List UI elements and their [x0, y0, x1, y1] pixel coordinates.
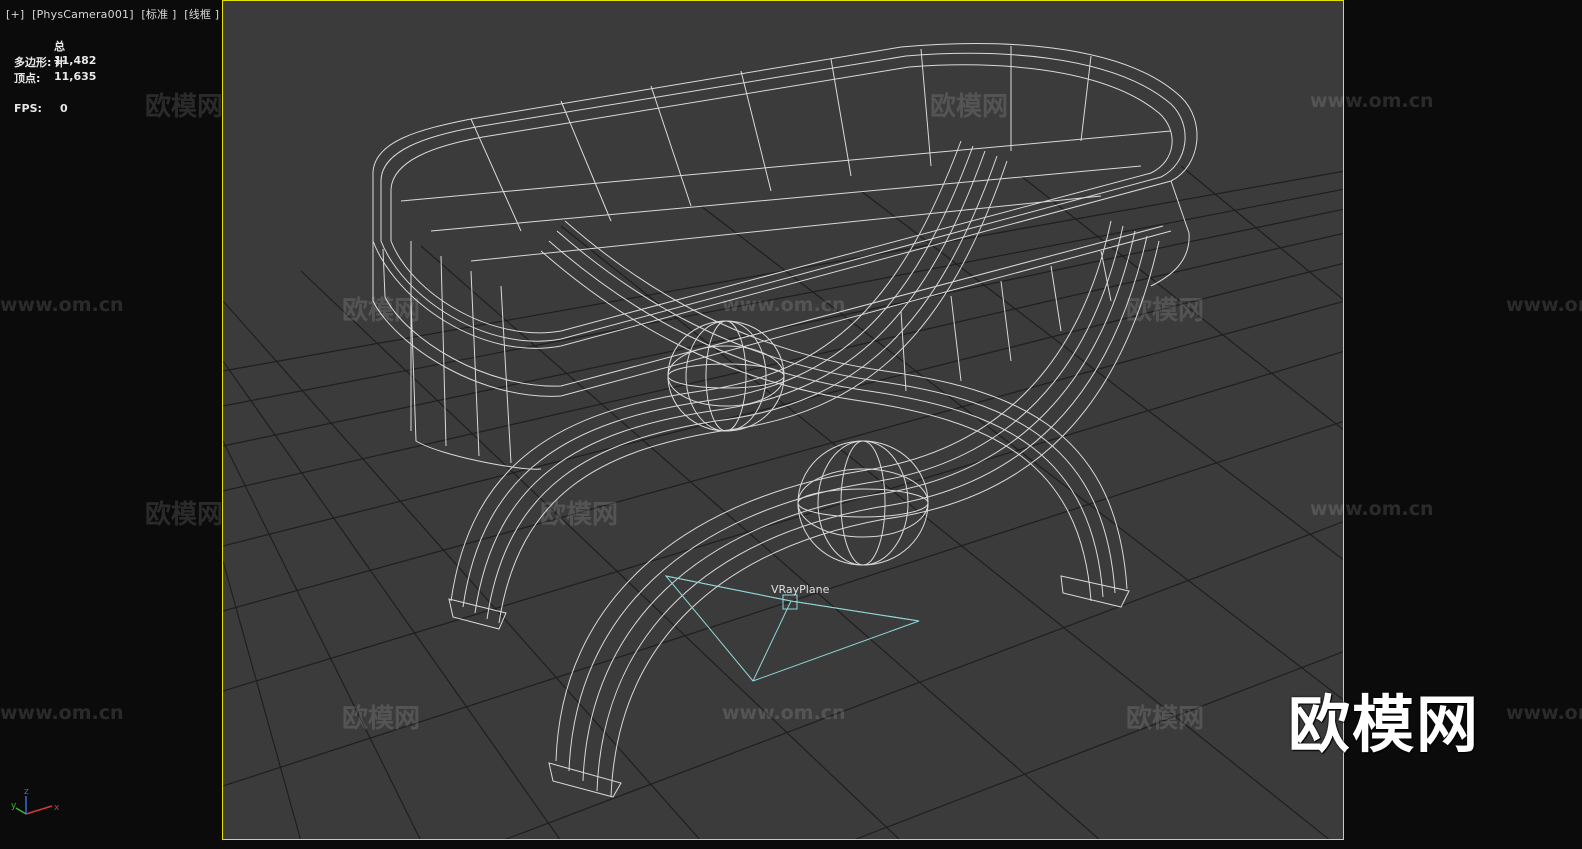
watermark-url: www.om.cn [722, 294, 846, 316]
watermark-url: www.om.cn [722, 702, 846, 724]
viewport-shading-preset-menu[interactable]: [标准 ] [141, 8, 176, 21]
fps-label: FPS: [14, 102, 42, 115]
axis-x-label: x [54, 803, 60, 813]
watermark-brand: 欧模网 [145, 500, 224, 530]
watermark-brand: 欧模网 [342, 296, 421, 326]
watermark-brand: 欧模网 [1126, 704, 1205, 734]
watermark-brand: 欧模网 [145, 92, 224, 122]
site-logo: 欧模网 [1288, 688, 1481, 761]
viewport-3d[interactable]: [+] [PhysCamera001] [标准 ] [线框 ] 总计 多边形: … [0, 0, 1582, 849]
viewport-label-menu[interactable]: [+] [PhysCamera001] [标准 ] [线框 ] [6, 6, 223, 22]
viewport-camera-menu[interactable]: [PhysCamera001] [32, 8, 134, 21]
viewport-plus-menu[interactable]: [+] [6, 8, 24, 21]
stool-legs[interactable] [448, 140, 1160, 798]
polygons-label: 多边形: [14, 56, 52, 69]
vertices-label: 顶点: [14, 72, 41, 85]
polygons-value: 11,482 [54, 54, 97, 67]
vray-plane-label: VRayPlane [771, 583, 830, 596]
watermark-url: www.om.cn [1506, 702, 1582, 724]
axis-z-label: z [24, 787, 29, 797]
ground-grid [223, 165, 1343, 839]
vertices-value: 11,635 [54, 70, 97, 83]
axis-y-label: y [11, 801, 17, 811]
axis-gizmo-icon: x z y [11, 787, 60, 815]
watermark-url: www.om.cn [1310, 90, 1434, 112]
watermark-url: www.om.cn [0, 702, 124, 724]
watermark-brand: 欧模网 [342, 704, 421, 734]
watermark-url: www.om.cn [1506, 294, 1582, 316]
watermark-brand: 欧模网 [930, 92, 1009, 122]
watermark-brand: 欧模网 [1126, 296, 1205, 326]
fps-value: 0 [60, 102, 68, 115]
viewport-display-mode-menu[interactable]: [线框 ] [184, 8, 219, 21]
watermark-url: www.om.cn [0, 294, 124, 316]
watermark-url: www.om.cn [1310, 498, 1434, 520]
watermark-brand: 欧模网 [540, 500, 619, 530]
